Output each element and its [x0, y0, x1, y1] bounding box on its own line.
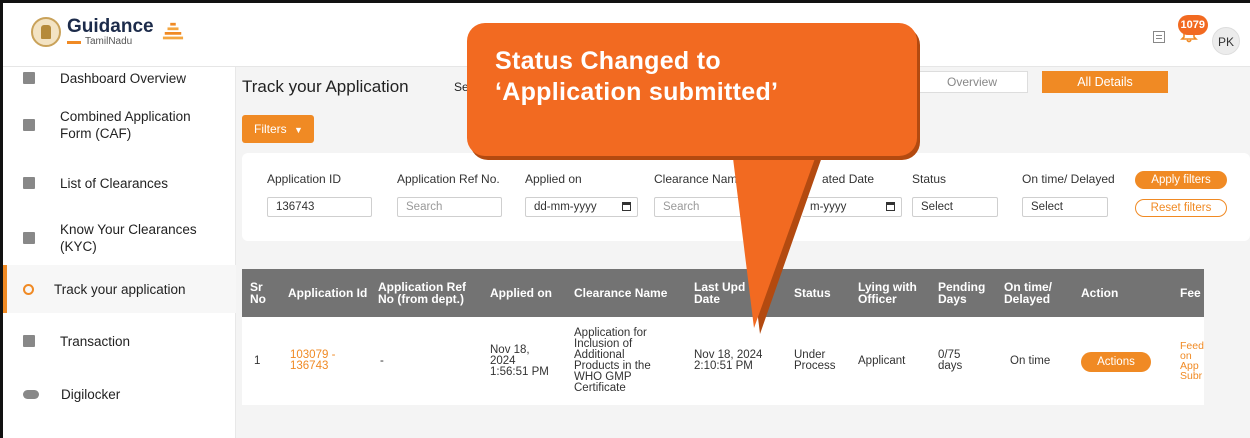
transaction-icon	[23, 335, 35, 347]
application-id-input[interactable]: 136743	[267, 197, 372, 217]
logo-text: Guidance TamilNadu	[67, 17, 154, 47]
col-feedback: Fee	[1180, 286, 1201, 300]
filters-label: Filters	[254, 122, 287, 136]
sidebar: Dashboard Overview Combined Application …	[3, 67, 236, 438]
sidebar-item-transaction[interactable]: Transaction	[3, 331, 236, 351]
col-lying-with-officer: Lying with Officer	[858, 280, 917, 306]
updated-date-input[interactable]: m-yyyy	[802, 197, 902, 217]
status-label: Status	[912, 172, 947, 186]
book-icon	[23, 232, 35, 244]
sidebar-item-label: Track your application	[54, 281, 186, 297]
cell-pending-days: 0/75 days	[938, 349, 963, 372]
grid-menu-icon[interactable]	[1153, 31, 1165, 43]
guidance-logo[interactable]: Guidance TamilNadu	[31, 17, 184, 47]
col-applied-on: Applied on	[490, 286, 552, 300]
sidebar-item-caf[interactable]: Combined Application Form (CAF)	[3, 107, 236, 143]
applied-on-label: Applied on	[525, 172, 582, 186]
cell-on-time: On time	[1010, 354, 1051, 367]
sidebar-item-kyc[interactable]: Know Your Clearances (KYC)	[3, 222, 236, 254]
logo-title: Guidance	[67, 16, 154, 37]
tab-all-details[interactable]: All Details	[1042, 71, 1168, 93]
sidebar-item-dashboard[interactable]: Dashboard Overview	[3, 67, 236, 89]
col-application-ref: Application Ref No (from dept.)	[378, 280, 467, 306]
filters-dropdown-button[interactable]: Filters ▼	[242, 115, 314, 143]
logo-stripes-icon	[162, 22, 183, 40]
cell-last-update: Nov 18, 2024 2:10:51 PM	[694, 349, 763, 372]
tamilnadu-emblem-icon	[31, 17, 61, 47]
dashboard-icon	[23, 72, 35, 84]
sidebar-item-label: List of Clearances	[60, 175, 169, 191]
user-avatar[interactable]: PK	[1212, 27, 1240, 55]
updated-date-label: ated Date	[822, 172, 875, 186]
sidebar-item-clearances[interactable]: List of Clearances	[3, 173, 236, 193]
filter-panel: Application ID 136743 Application Ref No…	[242, 153, 1250, 241]
col-on-time-delayed: On time/ Delayed	[1004, 280, 1053, 306]
status-select[interactable]: Select	[912, 197, 998, 217]
callout-line-1: Status Changed to	[495, 47, 721, 75]
col-action: Action	[1081, 286, 1119, 300]
tab-overview[interactable]: Overview	[916, 71, 1028, 93]
calendar-icon[interactable]	[622, 202, 631, 211]
calendar-icon[interactable]	[886, 202, 895, 211]
cell-application-ref: -	[380, 354, 384, 367]
cloud-icon	[23, 389, 39, 399]
sidebar-item-track[interactable]: Track your application	[3, 265, 236, 313]
cell-clearance-name: Application for Inclusion of Additional …	[574, 327, 651, 394]
col-pending-days: Pending Days	[938, 280, 986, 306]
table-row: 1 103079 - 136743 - Nov 18, 2024 1:56:51…	[242, 317, 1204, 405]
applied-on-placeholder: dd-mm-yyyy	[534, 201, 597, 213]
cell-lying-with: Applicant	[858, 354, 906, 367]
callout-line-2: ‘Application submitted’	[495, 78, 779, 106]
application-ref-label: Application Ref No.	[397, 172, 500, 186]
cell-sr-no: 1	[254, 354, 261, 367]
sidebar-item-label: Transaction	[60, 333, 131, 349]
reset-filters-button[interactable]: Reset filters	[1135, 199, 1227, 217]
sidebar-item-label: Combined Application Form (CAF)	[60, 109, 191, 141]
col-sr-no: Sr No	[250, 280, 266, 306]
callout-text: Status Changed to ‘Application submitted…	[495, 46, 778, 108]
sidebar-item-label: Digilocker	[61, 386, 121, 402]
notification-count-badge: 1079	[1177, 15, 1208, 35]
logo-subtitle: TamilNadu	[67, 37, 154, 47]
on-time-label: On time/ Delayed	[1022, 172, 1115, 186]
application-id-label: Application ID	[267, 172, 342, 186]
caret-down-icon: ▼	[294, 125, 303, 135]
clearance-name-input[interactable]: Search	[654, 197, 759, 217]
location-pin-icon	[23, 283, 34, 295]
clearance-name-label: Clearance Nam	[654, 172, 738, 186]
cell-application-id-link[interactable]: 103079 - 136743	[290, 317, 354, 405]
list-icon	[23, 177, 35, 189]
table-header: Sr No Application Id Application Ref No …	[242, 269, 1204, 317]
cell-status: Under Process	[794, 349, 836, 372]
updated-date-placeholder: m-yyyy	[810, 201, 847, 213]
col-last-update: Last Upd Date	[694, 280, 746, 306]
sidebar-item-label: Dashboard Overview	[60, 70, 187, 86]
col-status: Status	[794, 286, 831, 300]
status-callout: Status Changed to ‘Application submitted…	[467, 23, 917, 156]
cell-feedback-link[interactable]: Feed on App Subr	[1180, 317, 1204, 405]
application-ref-input[interactable]: Search	[397, 197, 502, 217]
applied-on-date-input[interactable]: dd-mm-yyyy	[525, 197, 638, 217]
on-time-select[interactable]: Select	[1022, 197, 1108, 217]
apply-filters-button[interactable]: Apply filters	[1135, 171, 1227, 189]
col-clearance-name: Clearance Name	[574, 286, 668, 300]
document-icon	[23, 119, 35, 131]
page-title: Track your Application	[242, 77, 409, 96]
sidebar-item-digilocker[interactable]: Digilocker	[3, 384, 236, 404]
cell-applied-on: Nov 18, 2024 1:56:51 PM	[490, 343, 549, 378]
col-application-id: Application Id	[288, 286, 368, 300]
sidebar-item-label: Know Your Clearances (KYC)	[60, 222, 197, 254]
actions-button[interactable]: Actions	[1081, 352, 1151, 372]
